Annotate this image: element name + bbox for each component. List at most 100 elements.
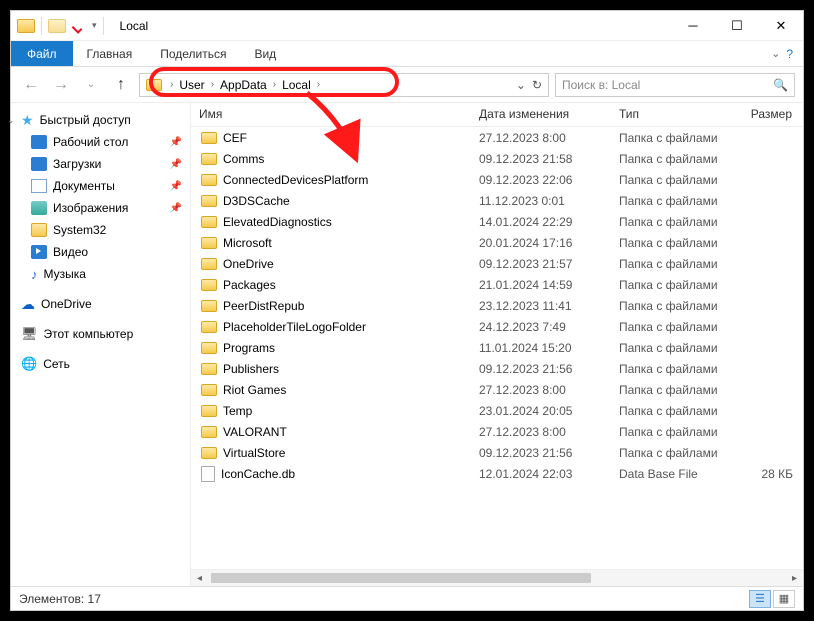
qat-dropdown-icon[interactable]: ▾	[92, 20, 97, 31]
file-name: Temp	[223, 404, 252, 418]
breadcrumb-appdata[interactable]: AppData	[216, 78, 271, 92]
file-row[interactable]: ConnectedDevicesPlatform09.12.2023 22:06…	[191, 169, 803, 190]
file-name: VirtualStore	[223, 446, 285, 460]
address-dropdown-icon[interactable]: ⌄	[516, 78, 526, 92]
sidebar-item-label: System32	[53, 223, 106, 237]
breadcrumb-separator-icon[interactable]: ›	[209, 79, 216, 90]
sidebar-item[interactable]: ♪Музыка	[11, 263, 190, 285]
breadcrumb-separator-icon[interactable]: ›	[168, 79, 175, 90]
search-placeholder: Поиск в: Local	[562, 78, 640, 92]
column-header-size[interactable]: Размер	[731, 103, 801, 126]
ribbon-tab-view[interactable]: Вид	[240, 41, 290, 66]
file-type: Data Base File	[611, 467, 731, 481]
file-date: 09.12.2023 21:56	[471, 362, 611, 376]
file-row[interactable]: Publishers09.12.2023 21:56Папка с файлам…	[191, 358, 803, 379]
file-name: ConnectedDevicesPlatform	[223, 173, 368, 187]
ribbon-expand-icon[interactable]: ⌄	[771, 47, 780, 60]
file-type: Папка с файлами	[611, 383, 731, 397]
file-row[interactable]: Riot Games27.12.2023 8:00Папка с файлами	[191, 379, 803, 400]
file-row[interactable]: PeerDistRepub23.12.2023 11:41Папка с фай…	[191, 295, 803, 316]
ribbon-file-tab[interactable]: Файл	[11, 41, 73, 66]
file-row[interactable]: ElevatedDiagnostics14.01.2024 22:29Папка…	[191, 211, 803, 232]
file-date: 27.12.2023 8:00	[471, 383, 611, 397]
sidebar-item[interactable]: Документы📌	[11, 175, 190, 197]
pin-icon: 📌	[170, 181, 182, 192]
title-bar: ▾ Local ─ ☐ ✕	[11, 11, 803, 41]
file-type: Папка с файлами	[611, 341, 731, 355]
status-bar: Элементов: 17 ☰ ▦	[11, 586, 803, 610]
view-details-button[interactable]: ☰	[749, 590, 771, 608]
file-row[interactable]: OneDrive09.12.2023 21:57Папка с файлами	[191, 253, 803, 274]
horizontal-scrollbar[interactable]: ◂▸	[191, 569, 803, 586]
breadcrumb-separator-icon[interactable]: ›	[271, 79, 278, 90]
breadcrumb-separator-icon[interactable]: ›	[315, 79, 322, 90]
file-rows: CEF27.12.2023 8:00Папка с файламиComms09…	[191, 127, 803, 569]
file-name: PlaceholderTileLogoFolder	[223, 320, 366, 334]
address-bar[interactable]: › User › AppData › Local › ⌄ ↻	[139, 73, 549, 97]
recent-dropdown[interactable]: ⌄	[79, 73, 103, 97]
file-type: Папка с файлами	[611, 257, 731, 271]
file-row[interactable]: VALORANT27.12.2023 8:00Папка с файлами	[191, 421, 803, 442]
back-button[interactable]: ←	[19, 73, 43, 97]
file-date: 27.12.2023 8:00	[471, 131, 611, 145]
forward-button[interactable]: →	[49, 73, 73, 97]
sidebar-item-label: Быстрый доступ	[40, 113, 131, 127]
ribbon-tab-home[interactable]: Главная	[73, 41, 147, 66]
sidebar-item[interactable]: System32	[11, 219, 190, 241]
file-row[interactable]: Temp23.01.2024 20:05Папка с файлами	[191, 400, 803, 421]
file-row[interactable]: D3DSCache11.12.2023 0:01Папка с файлами	[191, 190, 803, 211]
breadcrumb-local[interactable]: Local	[278, 78, 315, 92]
file-name: D3DSCache	[223, 194, 290, 208]
file-row[interactable]: PlaceholderTileLogoFolder24.12.2023 7:49…	[191, 316, 803, 337]
qat-properties-icon[interactable]	[48, 19, 66, 33]
file-row[interactable]: CEF27.12.2023 8:00Папка с файлами	[191, 127, 803, 148]
star-icon: ★	[21, 112, 34, 129]
sidebar-item[interactable]: Видео	[11, 241, 190, 263]
sidebar-network[interactable]: 🌐 Сеть	[11, 353, 190, 375]
column-header-date[interactable]: Дата изменения	[471, 103, 611, 126]
file-row[interactable]: Microsoft20.01.2024 17:16Папка с файлами	[191, 232, 803, 253]
search-box[interactable]: Поиск в: Local 🔍	[555, 73, 795, 97]
folder-icon	[201, 384, 217, 396]
column-headers: Имя Дата изменения Тип Размер	[191, 103, 803, 127]
sidebar-quick-access[interactable]: ⌄ ★ Быстрый доступ	[11, 109, 190, 131]
ribbon-help-icon[interactable]: ?	[786, 47, 793, 61]
navigation-row: ← → ⌄ ↑ › User › AppData › Local › ⌄ ↻ П…	[11, 67, 803, 103]
close-button[interactable]: ✕	[759, 11, 803, 41]
file-row[interactable]: Comms09.12.2023 21:58Папка с файлами	[191, 148, 803, 169]
column-header-name[interactable]: Имя	[191, 103, 471, 126]
maximize-button[interactable]: ☐	[715, 11, 759, 41]
sidebar-this-pc[interactable]: 🖥 Этот компьютер	[11, 323, 190, 345]
sidebar-item[interactable]: Рабочий стол 📌	[11, 131, 190, 153]
pin-icon: 📌	[170, 137, 182, 148]
sidebar-onedrive[interactable]: ☁ OneDrive	[11, 293, 190, 315]
breadcrumb-user[interactable]: User	[175, 78, 208, 92]
search-icon[interactable]: 🔍	[773, 78, 788, 92]
pin-icon: 📌	[170, 203, 182, 214]
column-header-type[interactable]: Тип	[611, 103, 731, 126]
folder-icon	[201, 258, 217, 270]
file-type: Папка с файлами	[611, 173, 731, 187]
ribbon-tab-share[interactable]: Поделиться	[146, 41, 240, 66]
up-button[interactable]: ↑	[109, 73, 133, 97]
sidebar-icon	[31, 201, 47, 215]
sidebar-item[interactable]: Изображения 📌	[11, 197, 190, 219]
file-name: VALORANT	[223, 425, 287, 439]
item-count: Элементов: 17	[19, 592, 101, 606]
sidebar-item-label: Этот компьютер	[44, 327, 134, 341]
music-icon: ♪	[31, 267, 38, 282]
file-row[interactable]: Packages21.01.2024 14:59Папка с файлами	[191, 274, 803, 295]
qat-checkmark-icon[interactable]	[72, 19, 86, 33]
file-row[interactable]: VirtualStore09.12.2023 21:56Папка с файл…	[191, 442, 803, 463]
sidebar-item-label: Рабочий стол	[53, 135, 128, 149]
sidebar-item-label: Изображения	[53, 201, 128, 215]
sidebar-item[interactable]: Загрузки📌	[11, 153, 190, 175]
view-icons-button[interactable]: ▦	[773, 590, 795, 608]
refresh-button[interactable]: ↻	[532, 78, 542, 92]
chevron-down-icon[interactable]: ⌄	[11, 115, 15, 126]
file-row[interactable]: IconCache.db12.01.2024 22:03Data Base Fi…	[191, 463, 803, 484]
file-row[interactable]: Programs11.01.2024 15:20Папка с файлами	[191, 337, 803, 358]
file-type: Папка с файлами	[611, 152, 731, 166]
minimize-button[interactable]: ─	[671, 11, 715, 41]
ribbon-tabs: Файл Главная Поделиться Вид ⌄ ?	[11, 41, 803, 67]
